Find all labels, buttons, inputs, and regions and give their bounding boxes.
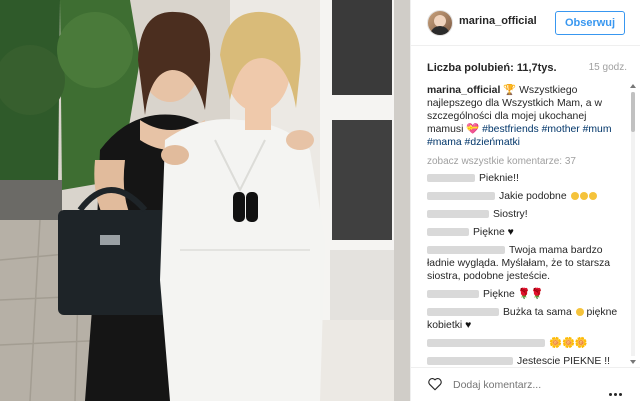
- comment-text: Piękne: [473, 227, 505, 238]
- commenter-username-blurred[interactable]: [427, 228, 469, 237]
- comment-bar: [411, 367, 640, 401]
- comment-text: Piękne: [483, 289, 515, 300]
- commenter-username-blurred[interactable]: [427, 357, 513, 366]
- post-caption: marina_official 🏆 Wszystkiego najlepszeg…: [427, 84, 623, 149]
- post-photo[interactable]: [0, 0, 410, 401]
- post-time[interactable]: 15 godz.: [589, 62, 627, 73]
- commenter-username-blurred[interactable]: [427, 339, 545, 348]
- smile-emoji-icon: [579, 192, 588, 201]
- comment-text: Jakie podobne: [499, 191, 567, 202]
- flower-emoji-icon: 🌼🌼🌼: [549, 338, 588, 349]
- heart-emoji-icon: 💝: [466, 124, 480, 135]
- view-all-comments-link[interactable]: zobacz wszystkie komentarze: 37: [427, 155, 623, 168]
- scroll-thumb[interactable]: [631, 92, 635, 132]
- commenter-username-blurred[interactable]: [427, 308, 499, 317]
- heart-outline-icon[interactable]: [427, 377, 443, 391]
- hashtag[interactable]: #mama: [427, 137, 462, 148]
- add-comment-input[interactable]: [451, 378, 585, 392]
- black-heart-emoji-icon: ♥: [507, 227, 514, 238]
- smile-emoji-icon: [588, 192, 597, 201]
- scroll-down-icon[interactable]: [630, 360, 636, 364]
- comment-item: Siostry!: [427, 208, 623, 221]
- avatar[interactable]: [427, 10, 453, 36]
- hashtag[interactable]: #dzieńmatki: [465, 137, 520, 148]
- caption-author[interactable]: marina_official: [427, 85, 500, 96]
- likes-count[interactable]: Liczba polubień: 11,7tys.: [427, 62, 557, 74]
- rose-emoji-icon: 🌹🌹: [517, 289, 544, 300]
- comment-text: Jestescie PIEKNE !!: [517, 356, 610, 367]
- comment-item: Piękne 🌹🌹: [427, 288, 623, 301]
- comment-item: Twoja mama bardzo ładnie wygląda. Myślał…: [427, 244, 623, 283]
- comment-item: Pieknie!!: [427, 172, 623, 185]
- trophy-emoji-icon: 🏆: [503, 85, 517, 96]
- black-heart-emoji-icon: ♥: [465, 320, 472, 331]
- post-header: marina_official Obserwuj: [411, 0, 640, 46]
- smile-emoji-icon: [570, 192, 579, 201]
- commenter-username-blurred[interactable]: [427, 174, 475, 183]
- username-link[interactable]: marina_official: [459, 15, 537, 27]
- commenter-username-blurred[interactable]: [427, 192, 495, 201]
- scroll-track[interactable]: [631, 92, 635, 356]
- hashtag[interactable]: #bestfriends: [482, 124, 539, 135]
- post-side-panel: marina_official Obserwuj Liczba polubień…: [410, 0, 640, 401]
- comments-scrollbar[interactable]: [629, 84, 637, 364]
- photo-illustration: [0, 0, 410, 401]
- grin-emoji-icon: [575, 308, 584, 317]
- comment-item: 🌼🌼🌼: [427, 337, 623, 350]
- comment-item: Jakie podobne: [427, 190, 623, 203]
- comment-text: Bużka ta sama: [503, 307, 572, 318]
- commenter-username-blurred[interactable]: [427, 210, 489, 219]
- comment-item: Bużka ta sama piękne kobietki ♥: [427, 306, 623, 332]
- scroll-up-icon[interactable]: [630, 84, 636, 88]
- post-stats: Liczba polubień: 11,7tys. 15 godz.: [427, 62, 627, 74]
- hashtag[interactable]: #mother: [542, 124, 580, 135]
- commenter-username-blurred[interactable]: [427, 290, 479, 299]
- follow-button[interactable]: Obserwuj: [555, 11, 625, 35]
- commenter-username-blurred[interactable]: [427, 246, 505, 255]
- comment-item: Piękne ♥: [427, 226, 623, 239]
- comments-list: marina_official 🏆 Wszystkiego najlepszeg…: [427, 84, 623, 380]
- hashtag[interactable]: #mum: [583, 124, 612, 135]
- instagram-post-modal: marina_official Obserwuj Liczba polubień…: [0, 0, 640, 401]
- comment-text: Pieknie!!: [479, 173, 519, 184]
- comment-text: Siostry!: [493, 209, 528, 220]
- more-options-icon[interactable]: [609, 383, 627, 396]
